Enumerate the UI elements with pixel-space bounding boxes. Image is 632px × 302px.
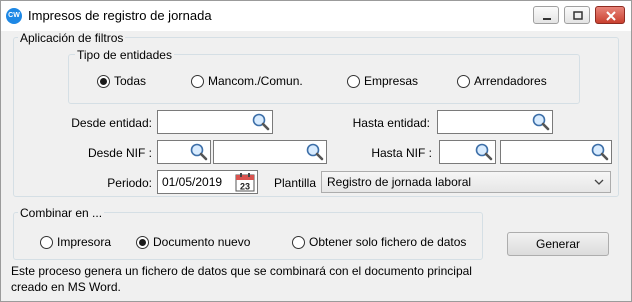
to-entity-input[interactable] xyxy=(437,110,553,134)
radio-impresora[interactable]: Impresora xyxy=(40,235,111,249)
radio-solo-fichero[interactable]: Obtener solo fichero de datos xyxy=(292,235,466,249)
chevron-down-icon xyxy=(594,179,604,185)
filters-group-title: Aplicación de filtros xyxy=(18,31,126,45)
app-icon: CW xyxy=(6,8,22,24)
filters-group: Aplicación de filtros Tipo de entidades … xyxy=(13,31,619,197)
search-icon[interactable] xyxy=(251,112,271,132)
template-value: Registro de jornada laboral xyxy=(327,175,472,189)
to-nif-input-1[interactable] xyxy=(439,140,496,164)
radio-mancom-circle[interactable] xyxy=(191,74,204,88)
minimize-button[interactable] xyxy=(533,6,559,24)
from-nif-input-1[interactable] xyxy=(157,140,211,164)
radio-documento-nuevo-label: Documento nuevo xyxy=(153,235,251,249)
radio-todas-circle[interactable] xyxy=(97,74,110,88)
period-label: Periodo: xyxy=(107,176,152,190)
combine-group-title: Combinar en ... xyxy=(18,206,105,220)
search-icon[interactable] xyxy=(189,142,209,162)
title-bar[interactable]: CW Impresos de registro de jornada xyxy=(1,1,631,31)
radio-mancom-label: Mancom./Comun. xyxy=(208,74,303,88)
radio-empresas-label: Empresas xyxy=(364,74,419,88)
entity-type-group-title: Tipo de entidades xyxy=(75,48,174,62)
search-icon[interactable] xyxy=(474,142,494,162)
info-line-1: Este proceso genera un fichero de datos … xyxy=(11,264,472,278)
maximize-button[interactable] xyxy=(564,6,590,24)
radio-documento-nuevo-circle[interactable] xyxy=(136,235,149,249)
to-nif-label: Hasta NIF : xyxy=(371,146,432,160)
from-entity-input[interactable] xyxy=(157,110,273,134)
close-icon xyxy=(606,11,616,21)
radio-arrendadores[interactable]: Arrendadores xyxy=(457,74,547,88)
radio-empresas-circle[interactable] xyxy=(347,74,360,88)
calendar-day: 23 xyxy=(240,182,250,192)
radio-mancom[interactable]: Mancom./Comun. xyxy=(191,74,303,88)
to-entity-label: Hasta entidad: xyxy=(352,116,430,130)
dialog-window: CW Impresos de registro de jornada Aplic… xyxy=(0,0,632,302)
radio-solo-fichero-circle[interactable] xyxy=(292,235,305,249)
entity-type-group: Tipo de entidades Todas Mancom./Comun. E… xyxy=(68,48,580,104)
radio-impresora-circle[interactable] xyxy=(40,235,53,249)
radio-todas[interactable]: Todas xyxy=(97,74,146,88)
radio-solo-fichero-label: Obtener solo fichero de datos xyxy=(309,235,467,249)
period-input[interactable]: 01/05/2019 23 xyxy=(157,170,258,194)
period-value: 01/05/2019 xyxy=(162,175,223,189)
window-title: Impresos de registro de jornada xyxy=(28,8,212,23)
radio-impresora-label: Impresora xyxy=(57,235,112,249)
radio-arrendadores-circle[interactable] xyxy=(457,74,470,88)
to-nif-input-2[interactable] xyxy=(500,140,612,164)
from-nif-label: Desde NIF : xyxy=(87,146,152,160)
radio-empresas[interactable]: Empresas xyxy=(347,74,418,88)
maximize-icon xyxy=(573,11,583,20)
radio-documento-nuevo[interactable]: Documento nuevo xyxy=(136,235,250,249)
calendar-icon[interactable]: 23 xyxy=(235,172,255,192)
from-entity-label: Desde entidad: xyxy=(71,116,152,130)
search-icon[interactable] xyxy=(531,112,551,132)
template-select[interactable]: Registro de jornada laboral xyxy=(321,171,611,193)
minimize-icon xyxy=(543,18,551,20)
template-label: Plantilla xyxy=(273,176,316,190)
close-button[interactable] xyxy=(595,6,625,24)
info-line-2: creado en MS Word. xyxy=(11,280,121,294)
radio-arrendadores-label: Arrendadores xyxy=(474,74,547,88)
from-nif-input-2[interactable] xyxy=(213,140,327,164)
radio-todas-label: Todas xyxy=(114,74,147,88)
generate-button[interactable]: Generar xyxy=(507,232,609,256)
combine-group: Combinar en ... Impresora Documento nuev… xyxy=(13,206,483,260)
dialog-body: Aplicación de filtros Tipo de entidades … xyxy=(5,31,627,297)
search-icon[interactable] xyxy=(590,142,610,162)
